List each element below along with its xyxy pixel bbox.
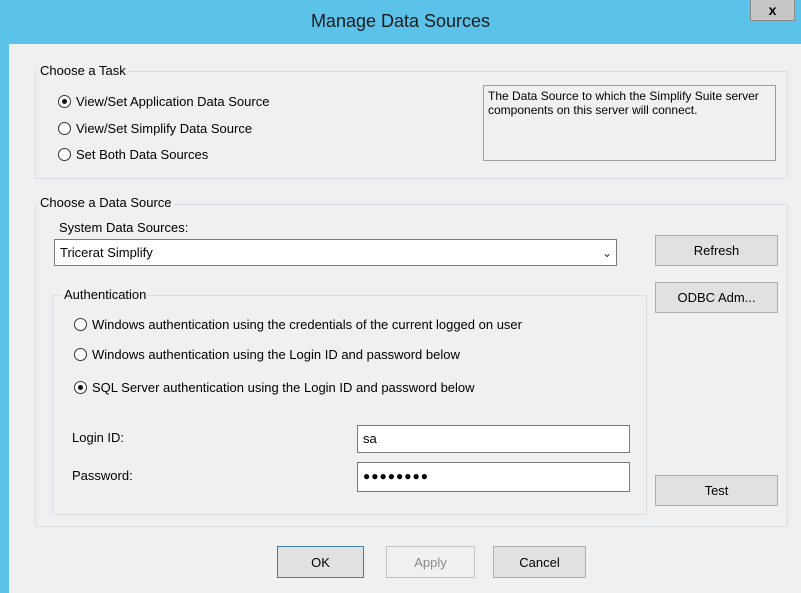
auth-radio-sql-server[interactable]	[74, 381, 87, 394]
auth-label-windows-login[interactable]: Windows authentication using the Login I…	[92, 347, 460, 363]
choose-source-legend: Choose a Data Source	[38, 195, 174, 211]
auth-radio-windows-current[interactable]	[74, 318, 87, 331]
task-radio-application[interactable]	[58, 95, 71, 108]
odbc-admin-button[interactable]: ODBC Adm...	[655, 282, 778, 313]
system-sources-label: System Data Sources:	[59, 220, 189, 235]
close-icon: x	[768, 2, 777, 18]
cancel-button[interactable]: Cancel	[493, 546, 586, 578]
test-button[interactable]: Test	[655, 475, 778, 506]
choose-task-legend: Choose a Task	[38, 63, 128, 79]
task-radio-simplify[interactable]	[58, 122, 71, 135]
auth-label-sql-server[interactable]: SQL Server authentication using the Logi…	[92, 380, 475, 396]
authentication-legend: Authentication	[62, 287, 149, 303]
dialog-body: Choose a Task View/Set Application Data …	[9, 44, 801, 593]
selected-source: Tricerat Simplify	[60, 245, 153, 260]
chevron-down-icon: ⌄	[601, 246, 612, 260]
system-sources-select[interactable]: Tricerat Simplify ⌄	[54, 239, 617, 266]
apply-button[interactable]: Apply	[386, 546, 475, 578]
task-label-simplify[interactable]: View/Set Simplify Data Source	[76, 121, 252, 137]
title-bar[interactable]: Manage Data Sources x	[0, 0, 801, 44]
refresh-button[interactable]: Refresh	[655, 235, 778, 266]
task-radio-both[interactable]	[58, 148, 71, 161]
password-input[interactable]: ●●●●●●●●	[357, 462, 630, 492]
window-title: Manage Data Sources	[310, 11, 491, 31]
task-label-application[interactable]: View/Set Application Data Source	[76, 94, 269, 110]
close-button[interactable]: x	[750, 0, 795, 21]
login-id-label: Login ID:	[72, 430, 125, 445]
auth-radio-windows-login[interactable]	[74, 348, 87, 361]
login-id-input[interactable]: sa	[357, 425, 630, 453]
manage-data-sources-window: Manage Data Sources x Choose a Task View…	[0, 0, 801, 593]
ok-button[interactable]: OK	[277, 546, 364, 578]
task-description: The Data Source to which the Simplify Su…	[483, 85, 776, 161]
password-label: Password:	[72, 468, 133, 483]
task-label-both[interactable]: Set Both Data Sources	[76, 147, 208, 163]
auth-label-windows-current[interactable]: Windows authentication using the credent…	[92, 317, 522, 333]
